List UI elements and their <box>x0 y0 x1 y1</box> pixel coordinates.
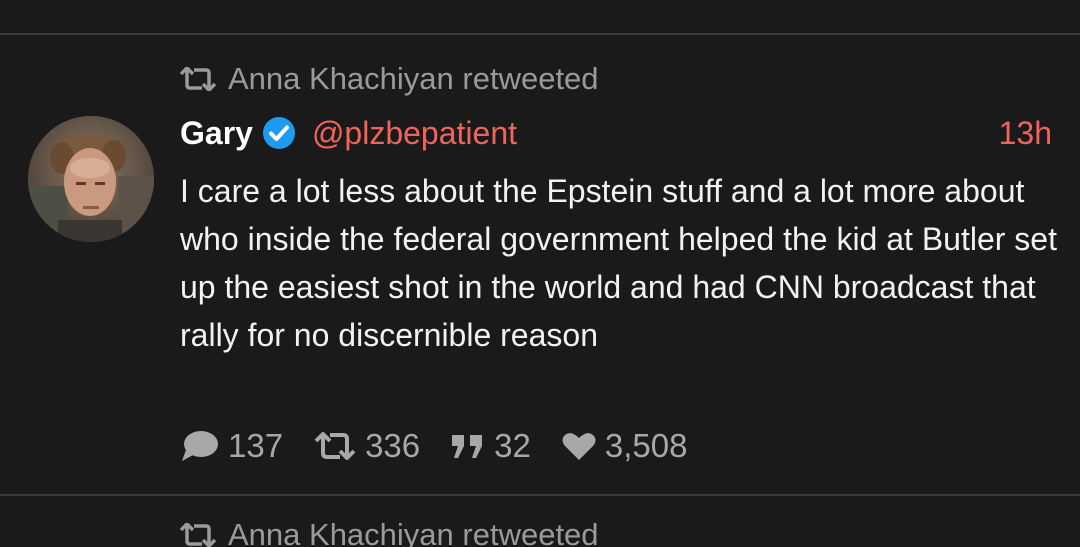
quote-count: 32 <box>494 427 531 464</box>
next-retweet-context[interactable]: Anna Khachiyan retweeted <box>178 517 599 547</box>
user-handle[interactable]: @plzbepatient <box>312 115 517 152</box>
previous-tweet-action-icon <box>178 0 208 4</box>
tweet-actions: 137 336 32 3,508 <box>180 425 717 467</box>
quote-button[interactable]: 32 <box>450 427 531 465</box>
reply-count: 137 <box>228 427 284 464</box>
retweet-button[interactable]: 336 <box>313 427 420 465</box>
avatar-image <box>28 116 154 242</box>
retweet-count: 336 <box>365 427 421 464</box>
tweet-header: Gary @plzbepatient 13h <box>180 113 1052 153</box>
retweet-icon <box>314 432 356 460</box>
divider <box>0 494 1080 496</box>
verified-badge-icon <box>262 117 295 149</box>
retweet-context-label: Anna Khachiyan retweeted <box>228 517 599 547</box>
retweet-icon <box>179 67 217 91</box>
avatar[interactable] <box>28 116 154 242</box>
tweet-card[interactable]: Anna Khachiyan retweeted Gary @plzbepati… <box>0 35 1080 494</box>
display-name[interactable]: Gary <box>180 115 253 152</box>
timestamp[interactable]: 13h <box>999 115 1052 152</box>
retweet-context-label: Anna Khachiyan retweeted <box>228 61 599 96</box>
reply-icon <box>182 431 218 461</box>
retweet-icon <box>179 523 217 547</box>
retweet-context[interactable]: Anna Khachiyan retweeted <box>178 61 599 97</box>
tweet-feed: Anna Khachiyan retweeted Gary @plzbepati… <box>0 0 1080 547</box>
like-count: 3,508 <box>604 427 688 464</box>
quote-icon <box>452 435 483 458</box>
like-button[interactable]: 3,508 <box>561 427 688 465</box>
tweet-text: I care a lot less about the Epstein stuf… <box>180 173 1057 353</box>
heart-icon <box>562 433 596 460</box>
reply-button[interactable]: 137 <box>180 427 283 465</box>
